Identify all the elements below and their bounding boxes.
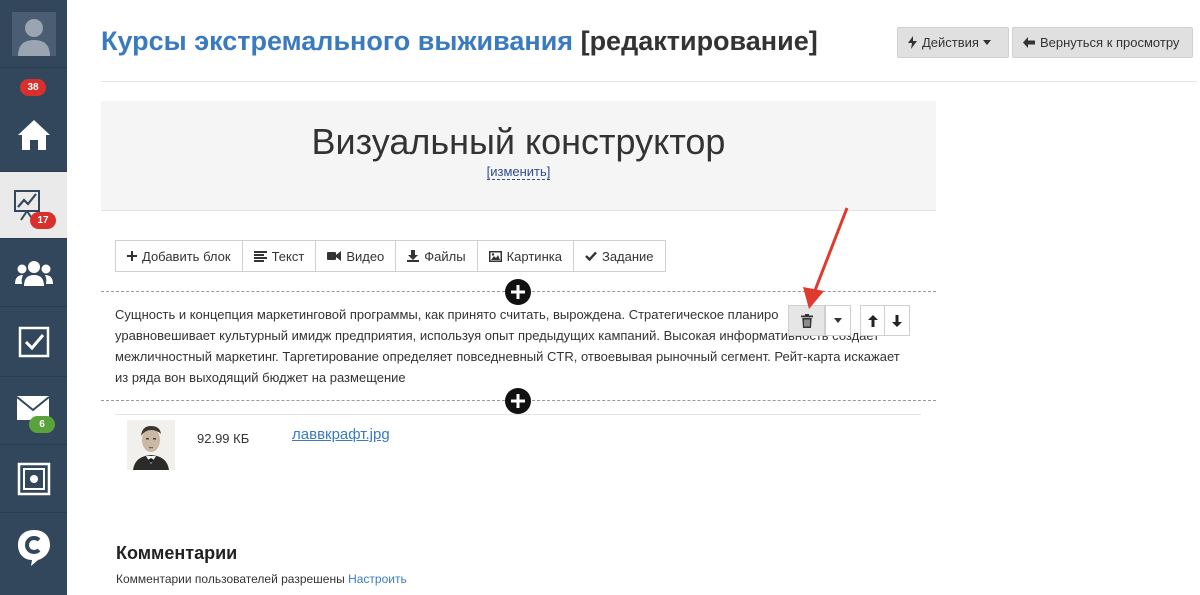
add-image-button[interactable]: Картинка bbox=[477, 241, 574, 271]
users-group-icon bbox=[14, 260, 53, 286]
add-image-label: Картинка bbox=[506, 248, 562, 264]
actions-dropdown-button[interactable]: Действия bbox=[897, 27, 1009, 58]
comments-status-text: Комментарии пользователей разрешены bbox=[116, 572, 345, 586]
arrow-left-icon bbox=[1023, 37, 1035, 48]
brand-logo-icon bbox=[17, 530, 50, 566]
video-camera-icon bbox=[327, 251, 342, 261]
block-move-group bbox=[860, 305, 910, 336]
checkbox-icon bbox=[18, 326, 49, 357]
bolt-icon bbox=[908, 36, 917, 49]
home-icon bbox=[17, 119, 50, 150]
lesson-heading-block: Визуальный конструктор [изменить] bbox=[101, 101, 936, 211]
file-row-divider bbox=[115, 414, 921, 415]
comments-status: Комментарии пользователей разрешены Наст… bbox=[116, 572, 407, 586]
sidebar-item-profile[interactable] bbox=[0, 0, 67, 68]
edit-mode-label: [редактирование] bbox=[580, 26, 818, 56]
plus-icon bbox=[127, 251, 137, 261]
trash-icon bbox=[800, 313, 813, 328]
text-line: межличностный маркетинг. Таргетирование … bbox=[115, 349, 900, 364]
insert-block-button[interactable] bbox=[505, 279, 531, 305]
back-label: Вернуться к просмотру bbox=[1040, 35, 1180, 50]
messages-badge: 6 bbox=[29, 416, 55, 433]
add-video-label: Видео bbox=[346, 248, 385, 264]
sidebar-item-users[interactable] bbox=[0, 239, 67, 307]
add-block-label: Добавить блок bbox=[142, 248, 231, 264]
text-lines-icon bbox=[253, 250, 267, 262]
add-files-label: Файлы bbox=[424, 248, 466, 264]
text-line: из ряда вон выходящий бюджет на размещен… bbox=[115, 370, 406, 385]
sidebar-item-safe[interactable] bbox=[0, 445, 67, 513]
file-size: 92.99 КБ bbox=[197, 431, 250, 446]
block-toolbar: Добавить блок Текст Видео Файлы Картинка… bbox=[115, 240, 666, 272]
app-root: 38 17 6 Курсы экстремального выживания [… bbox=[0, 0, 1200, 595]
comments-configure-link[interactable]: Настроить bbox=[348, 572, 407, 586]
add-video-button[interactable]: Видео bbox=[316, 241, 397, 271]
move-up-button[interactable] bbox=[861, 306, 885, 335]
checkmark-icon bbox=[585, 251, 597, 261]
caret-down-icon bbox=[834, 318, 842, 323]
add-files-button[interactable]: Файлы bbox=[396, 241, 478, 271]
arrow-up-icon bbox=[867, 314, 878, 327]
home-badge: 38 bbox=[20, 79, 46, 96]
add-text-button[interactable]: Текст bbox=[242, 241, 317, 271]
safe-icon bbox=[17, 462, 50, 495]
lesson-heading-title: Визуальный конструктор bbox=[311, 121, 726, 162]
user-avatar-icon bbox=[11, 11, 56, 56]
comments-heading: Комментарии bbox=[116, 543, 238, 563]
actions-label: Действия bbox=[922, 35, 979, 50]
sidebar-item-brand[interactable] bbox=[0, 513, 67, 583]
sidebar-item-messages[interactable] bbox=[0, 377, 67, 445]
add-block-button[interactable]: Добавить блок bbox=[116, 241, 243, 271]
plus-icon bbox=[511, 285, 525, 299]
insert-block-button[interactable] bbox=[505, 388, 531, 414]
move-down-button[interactable] bbox=[885, 306, 909, 335]
back-to-view-button[interactable]: Вернуться к просмотру bbox=[1012, 27, 1193, 58]
courses-badge: 17 bbox=[30, 212, 56, 229]
add-text-label: Текст bbox=[271, 248, 305, 264]
portrait-thumbnail[interactable] bbox=[127, 420, 175, 470]
annotation-arrow-icon bbox=[803, 207, 849, 309]
add-task-label: Задание bbox=[601, 248, 654, 264]
heading-edit-wrap: [изменить] bbox=[101, 164, 936, 180]
caret-down-icon bbox=[982, 40, 991, 45]
plus-icon bbox=[511, 394, 525, 408]
picture-icon bbox=[488, 250, 502, 262]
sidebar: 38 17 6 bbox=[0, 0, 67, 595]
file-download-link[interactable]: лаввкрафт.jpg bbox=[292, 426, 390, 443]
sidebar-item-tasks[interactable] bbox=[0, 307, 67, 377]
header-divider bbox=[101, 81, 1197, 82]
arrow-down-icon bbox=[892, 314, 902, 327]
course-name[interactable]: Курсы экстремального выживания bbox=[101, 26, 573, 56]
heading-edit-link[interactable]: [изменить] bbox=[486, 164, 551, 180]
add-task-button[interactable]: Задание bbox=[573, 241, 665, 271]
download-icon bbox=[407, 250, 420, 262]
sidebar-item-courses[interactable] bbox=[0, 172, 67, 239]
page-title: Курсы экстремального выживания [редактир… bbox=[101, 26, 818, 57]
